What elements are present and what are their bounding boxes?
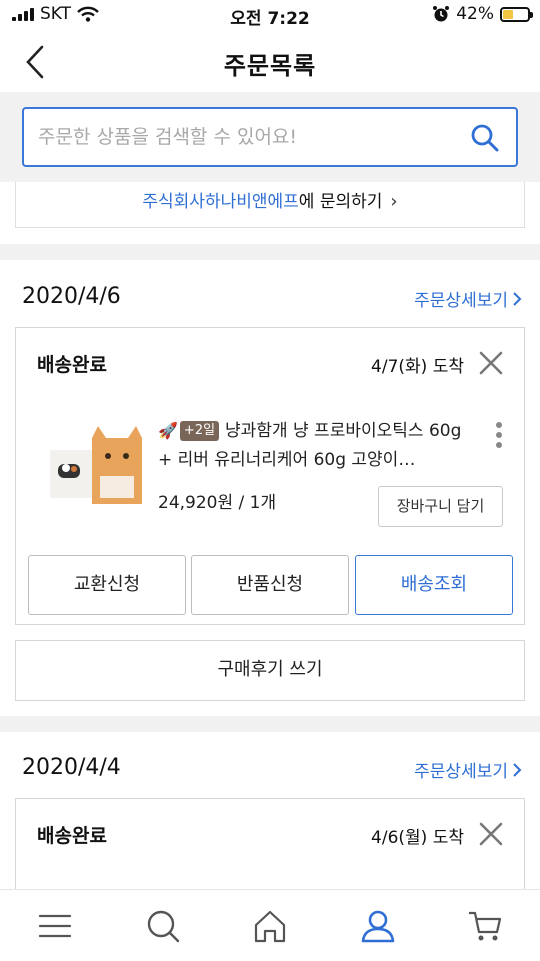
chevron-right-icon: › (390, 191, 398, 212)
page-title: 주문목록 (223, 52, 317, 80)
delivery-badge: +2일 (179, 421, 220, 441)
battery-icon (500, 6, 533, 22)
order-item[interactable]: 🚀 +2일 냥과함개 냥 프로바이오틱스 60g + 리버 유리너리케어 60g 고… (16, 398, 524, 548)
chevron-right-icon (513, 762, 522, 777)
product-title[interactable]: 🚀 +2일 냥과함개 냥 프로바이오틱스 60g + 리버 유리너리케어 60g 고… (158, 416, 478, 475)
delivery-status: 배송완료 (37, 354, 107, 376)
search-icon[interactable] (470, 123, 500, 153)
battery-percent: 42% (456, 4, 494, 24)
arrival-date: 4/6(월) 도착 (371, 828, 464, 848)
order-card: 배송완료 4/7(화) 도착 🚀 +2일 냥과함개 냥 프로바이오틱스 60g + … (15, 327, 525, 625)
product-thumbnail[interactable] (44, 420, 154, 510)
track-delivery-button[interactable]: 배송조회 (355, 555, 513, 615)
arrival-date: 4/7(화) 도착 (371, 357, 464, 377)
my-page-icon[interactable] (360, 908, 396, 944)
price-quantity: 24,920원 / 1개 (158, 493, 277, 513)
seller-name[interactable]: 주식회사하나비앤에프 (142, 192, 298, 212)
exchange-request-button[interactable]: 교환신청 (28, 555, 186, 615)
order-detail-link[interactable]: 주문상세보기 (414, 286, 522, 311)
search-input[interactable] (38, 121, 448, 153)
search-icon[interactable] (145, 908, 181, 944)
home-icon[interactable] (252, 908, 288, 944)
section-divider (0, 244, 540, 260)
seller-inquiry-link[interactable]: 주식회사하나비앤에프에 문의하기 › (15, 182, 525, 228)
chevron-right-icon (513, 291, 522, 306)
close-icon[interactable] (478, 350, 504, 376)
order-date-row: 2020/4/4 주문상세보기 (0, 741, 540, 801)
section-divider (0, 716, 540, 732)
status-bar: SKT 오전 7:22 42% (0, 0, 540, 32)
inquiry-label[interactable]: 에 문의하기 (299, 192, 383, 212)
search-section (0, 92, 540, 182)
page-header: 주문목록 (0, 32, 540, 92)
more-options-icon[interactable] (496, 422, 502, 448)
order-date: 2020/4/4 (22, 755, 121, 780)
alarm-icon (433, 6, 450, 22)
menu-icon[interactable] (37, 908, 73, 944)
order-card: 배송완료 4/6(월) 도착 (15, 798, 525, 898)
write-review-button[interactable]: 구매후기 쓰기 (15, 640, 525, 701)
order-date-row: 2020/4/6 주문상세보기 (0, 270, 540, 330)
add-to-cart-button[interactable]: 장바구니 담기 (378, 486, 503, 527)
close-icon[interactable] (478, 821, 504, 847)
return-request-button[interactable]: 반품신청 (191, 555, 349, 615)
bottom-navigation (0, 889, 540, 961)
order-detail-link[interactable]: 주문상세보기 (414, 757, 522, 782)
order-date: 2020/4/6 (22, 284, 121, 309)
rocket-icon: 🚀 (158, 421, 178, 440)
cart-icon[interactable] (467, 908, 503, 944)
delivery-status: 배송완료 (37, 825, 107, 847)
search-box (22, 107, 518, 167)
